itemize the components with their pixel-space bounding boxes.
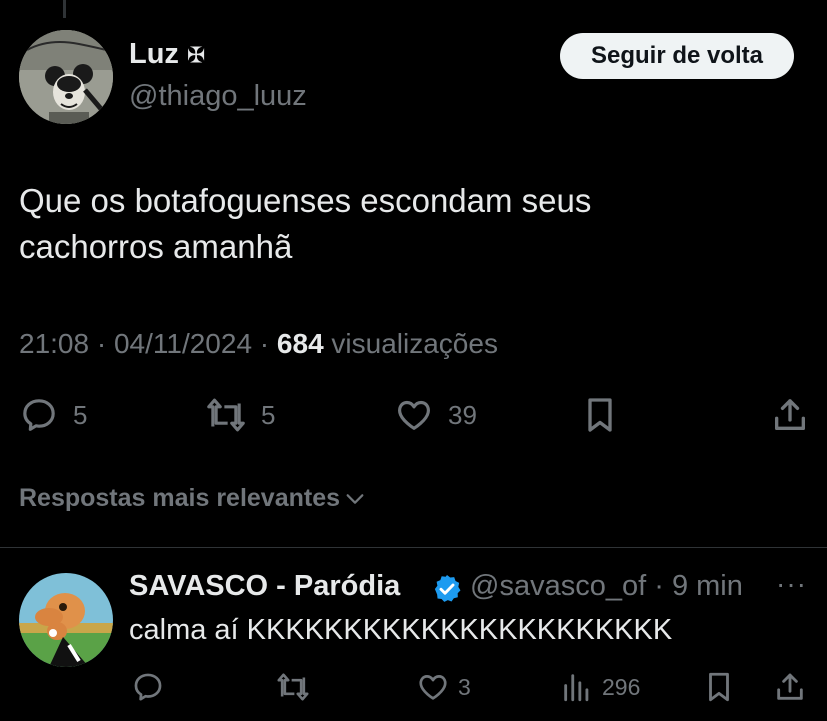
thread-connector-line xyxy=(63,0,66,18)
meta-separator: · xyxy=(89,328,114,359)
verified-badge-icon xyxy=(434,575,461,602)
share-button[interactable] xyxy=(770,395,810,435)
reply-count: 5 xyxy=(73,399,88,430)
reply-handle-time: @savasco_of · 9 min xyxy=(470,570,743,603)
maltese-cross-badge: ✠ xyxy=(187,42,206,68)
author-avatar[interactable] xyxy=(19,30,113,124)
tweet-time[interactable]: 21:08 xyxy=(19,328,89,359)
reply-author-avatar[interactable] xyxy=(19,573,113,667)
reply-icon xyxy=(134,673,162,701)
heart-icon xyxy=(419,675,447,700)
reply-reply-button[interactable] xyxy=(131,670,165,704)
reply-like-button[interactable]: 3 xyxy=(416,670,471,704)
reply-time-separator: · xyxy=(654,570,664,602)
reply-time[interactable]: 9 min xyxy=(672,570,743,602)
mickey-graffiti-image xyxy=(19,30,113,124)
replies-sort-dropdown[interactable]: Respostas mais relevantes xyxy=(19,484,366,513)
repost-count: 5 xyxy=(261,399,276,430)
meta-separator: · xyxy=(252,328,277,359)
author-name[interactable]: Luz ✠ xyxy=(129,38,205,71)
repost-button[interactable]: 5 xyxy=(203,395,275,435)
tweet-text: Que os botafoguenses escondam seus cacho… xyxy=(19,182,592,265)
tweet-metadata: 21:08 · 04/11/2024 · 684 visualizações xyxy=(19,328,498,360)
analytics-bars-icon xyxy=(564,674,589,702)
author-name-text: Luz xyxy=(129,38,179,70)
chevron-down-icon xyxy=(346,493,364,504)
replies-sort-label: Respostas mais relevantes xyxy=(19,484,341,512)
bookmark-button[interactable] xyxy=(582,395,618,435)
share-icon xyxy=(777,673,803,700)
share-icon xyxy=(775,399,805,430)
bookmark-icon xyxy=(588,398,612,432)
reply-share-button[interactable] xyxy=(773,670,807,704)
author-handle[interactable]: @thiago_luuz xyxy=(129,80,307,113)
repost-icon xyxy=(277,673,309,701)
heart-icon xyxy=(398,400,430,430)
section-divider xyxy=(0,547,827,548)
reply-views-count: 296 xyxy=(602,673,641,700)
more-options-button[interactable]: ··· xyxy=(776,568,807,600)
follow-back-button[interactable]: Seguir de volta xyxy=(560,33,794,79)
reply-bookmark-button[interactable] xyxy=(704,670,734,704)
reply-icon xyxy=(23,399,55,431)
reply-text: calma aí KKKKKKKKKKKKKKKKKKKKKK xyxy=(129,614,673,646)
reply-button[interactable]: 5 xyxy=(19,395,87,435)
bookmark-icon xyxy=(709,672,729,702)
reply-views-button[interactable]: 296 xyxy=(562,670,640,704)
like-button[interactable]: 39 xyxy=(394,395,477,435)
reply-like-count: 3 xyxy=(458,673,471,700)
reply-author-name[interactable]: SAVASCO - Paródia xyxy=(129,570,400,603)
tweet-date[interactable]: 04/11/2024 xyxy=(114,328,252,359)
views-count: 684 xyxy=(276,328,324,359)
repost-icon xyxy=(207,398,245,432)
views-label: visualizações xyxy=(331,328,498,359)
like-count: 39 xyxy=(448,399,477,430)
reply-author-handle[interactable]: @savasco_of xyxy=(470,570,646,602)
caricature-avatar-image xyxy=(19,573,113,667)
reply-repost-button[interactable] xyxy=(274,670,312,704)
